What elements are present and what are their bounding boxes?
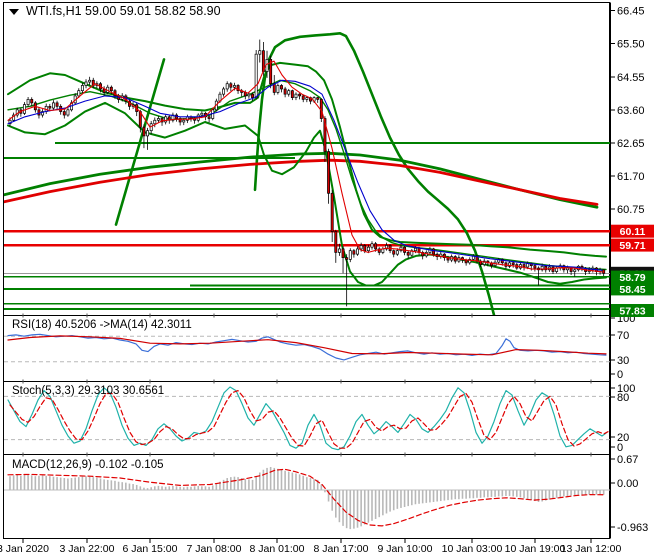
price-badge-59.71: 59.71	[611, 238, 654, 252]
macd-axis-label: 0.67	[617, 454, 638, 466]
svg-text:57.83: 57.83	[619, 306, 645, 318]
time-label: 8 Jan 01:00	[250, 543, 305, 555]
svg-text:59.71: 59.71	[619, 240, 645, 252]
stoch-title: Stoch(5,3,3) 29.3103 30.6561	[12, 385, 164, 397]
price-chart-svg[interactable]: 66.4565.5064.5563.6062.6561.7060.7510070…	[0, 0, 660, 560]
price-tick-label: 66.45	[617, 6, 645, 18]
macd-axis-label: -0.963	[617, 522, 648, 534]
panel-border-0	[3, 2, 610, 316]
price-tick-label: 65.50	[617, 39, 645, 51]
svg-text:58.79: 58.79	[619, 272, 645, 284]
macd-axis-label: 0.00	[617, 478, 638, 490]
svg-text:60.11: 60.11	[620, 226, 646, 238]
time-label: 8 Jan 17:00	[314, 543, 369, 555]
time-label: 10 Jan 19:00	[505, 543, 566, 555]
macd-title: MACD(12,26,9) -0.102 -0.105	[12, 459, 164, 471]
stoch-axis-label: 80	[617, 392, 629, 404]
rsi-axis-label: 30	[617, 355, 629, 367]
price-badge-58.79: 58.79	[611, 270, 654, 284]
time-label: 3 Jan 2020	[0, 543, 49, 555]
time-label: 13 Jan 12:00	[561, 543, 622, 555]
price-tick-label: 63.60	[617, 105, 645, 117]
stoch-axis-label: 0	[617, 442, 623, 454]
price-badge-58.45: 58.45	[611, 282, 654, 296]
rsi-axis-label: 70	[617, 330, 629, 342]
chart-window: 66.45 65.50 64.55 63.60 62.65 61.70 60.75 100 70…	[0, 0, 660, 560]
rsi-axis-label: 0	[617, 369, 623, 381]
price-tick-label: 61.70	[617, 171, 645, 183]
time-label: 6 Jan 15:00	[123, 543, 178, 555]
time-label: 10 Jan 03:00	[442, 543, 503, 555]
price-tick-label: 64.55	[617, 72, 645, 84]
symbol-title: WTI.fs,H1 59.00 59.01 58.82 58.90	[26, 4, 221, 18]
price-badge-57.83: 57.83	[611, 304, 654, 318]
price-badges: 60.1159.7158.9058.7958.4557.83	[611, 224, 654, 318]
price-tick-label: 60.75	[617, 204, 645, 216]
price-badge-60.11: 60.11	[611, 224, 654, 238]
time-label: 9 Jan 10:00	[378, 543, 433, 555]
svg-text:58.45: 58.45	[619, 284, 645, 296]
rsi-title: RSI(18) 40.5206 ->MA(14) 42.3011	[12, 319, 192, 331]
time-label: 7 Jan 08:00	[187, 543, 242, 555]
price-tick-label: 62.65	[617, 138, 645, 150]
time-label: 3 Jan 22:00	[60, 543, 115, 555]
